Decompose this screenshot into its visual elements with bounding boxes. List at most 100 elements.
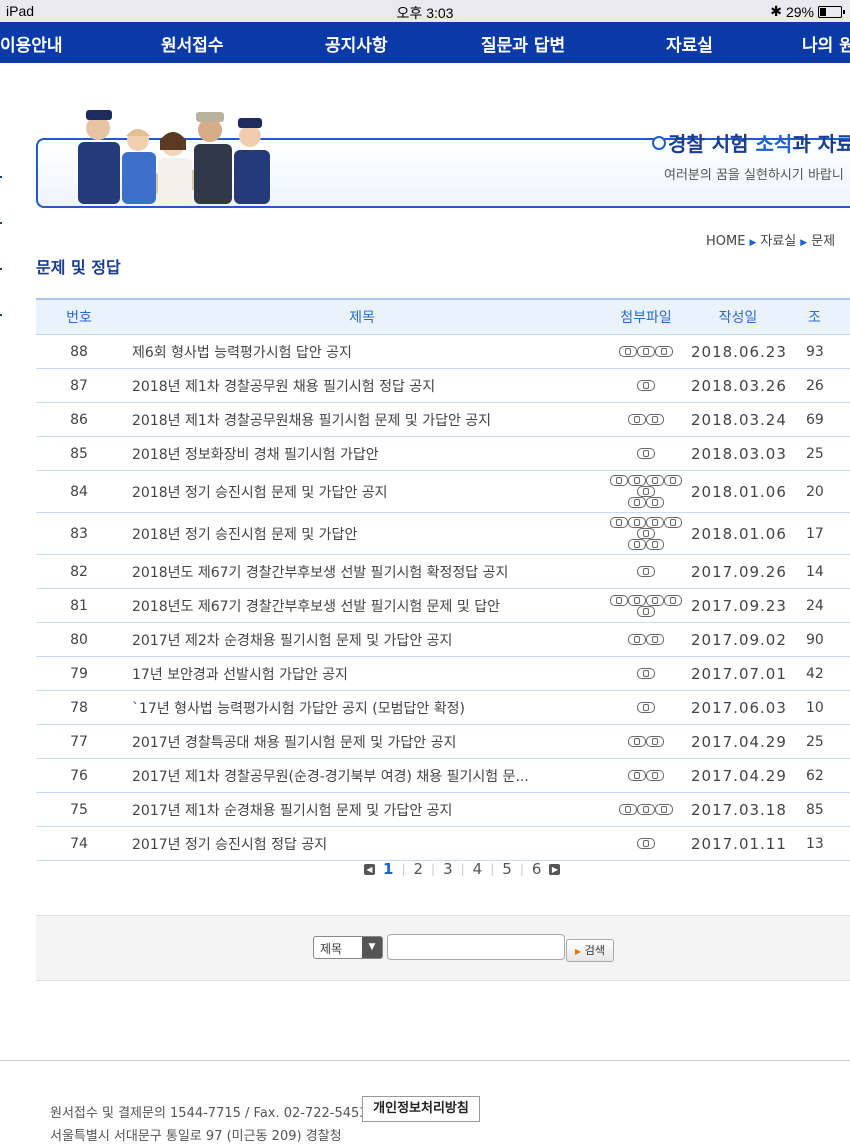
- attachment-file-icon[interactable]: [610, 594, 628, 606]
- table-row[interactable]: 75 2017년 제1차 순경채용 필기시험 문제 및 가답안 공지 2017.03…: [36, 792, 850, 827]
- search-button[interactable]: ▶ 검색: [566, 939, 614, 962]
- attachment-file-icon[interactable]: [628, 594, 646, 606]
- attachments[interactable]: [602, 470, 690, 513]
- attachment-file-icon[interactable]: [628, 634, 646, 645]
- table-row[interactable]: 82 2018년도 제67기 경찰간부후보생 선발 필기시험 확정정답 공지 201…: [36, 554, 850, 589]
- attachment-file-icon[interactable]: [628, 414, 646, 425]
- attachment-file-icon[interactable]: [664, 475, 682, 486]
- page-link-4[interactable]: 4: [473, 860, 483, 878]
- attachment-file-icon[interactable]: [646, 736, 664, 747]
- attachment-file-icon[interactable]: [637, 605, 655, 617]
- post-title-link[interactable]: 2018년 정기 승진시험 문제 및 가답안 공지: [122, 470, 602, 513]
- table-row[interactable]: 79 17년 보안경과 선발시험 가답안 공지 2017.07.01 42: [36, 656, 850, 691]
- attachment-file-icon[interactable]: [637, 346, 655, 357]
- attachment-file-icon[interactable]: [637, 380, 655, 391]
- nav-item-guide[interactable]: 이용안내: [0, 31, 63, 56]
- attachment-file-icon[interactable]: [628, 475, 646, 486]
- attachment-file-icon[interactable]: [637, 838, 655, 849]
- breadcrumb-library[interactable]: 자료실: [760, 234, 796, 249]
- post-title-link[interactable]: 2018년 정보화장비 경채 필기시험 가답안: [122, 436, 602, 471]
- post-title-link[interactable]: 2017년 제1차 순경채용 필기시험 문제 및 가답안 공지: [122, 792, 602, 827]
- attachment-file-icon[interactable]: [655, 804, 673, 815]
- attachment-file-icon[interactable]: [637, 804, 655, 815]
- attachment-file-icon[interactable]: [655, 346, 673, 357]
- attachments[interactable]: [602, 334, 690, 369]
- post-title-link[interactable]: 17년 보안경과 선발시험 가답안 공지: [122, 656, 602, 691]
- search-input[interactable]: [387, 934, 565, 960]
- attachments[interactable]: [602, 588, 690, 623]
- attachment-file-icon[interactable]: [637, 702, 655, 713]
- post-title-link[interactable]: 2017년 제1차 경찰공무원(순경-경기북부 여경) 채용 필기시험 문...: [122, 758, 602, 793]
- attachment-file-icon[interactable]: [628, 517, 646, 528]
- post-title-link[interactable]: 2018년 제1차 경찰공무원채용 필기시험 문제 및 가답안 공지: [122, 402, 602, 437]
- page-link-3[interactable]: 3: [443, 860, 453, 878]
- prev-page-button[interactable]: ◀: [364, 863, 375, 875]
- attachments[interactable]: [602, 402, 690, 437]
- attachment-file-icon[interactable]: [646, 414, 664, 425]
- attachment-file-icon[interactable]: [637, 566, 655, 577]
- breadcrumb-home[interactable]: HOME: [706, 234, 745, 249]
- nav-item-notice[interactable]: 공지사항: [325, 31, 388, 56]
- attachments[interactable]: [602, 724, 690, 759]
- attachment-file-icon[interactable]: [619, 346, 637, 357]
- post-title-link[interactable]: 2018년 정기 승진시험 문제 및 가답안: [122, 512, 602, 555]
- attachment-file-icon[interactable]: [646, 770, 664, 781]
- attachments[interactable]: [602, 656, 690, 691]
- table-row[interactable]: 86 2018년 제1차 경찰공무원채용 필기시험 문제 및 가답안 공지 2018…: [36, 402, 850, 437]
- attachment-file-icon[interactable]: [646, 634, 664, 645]
- table-row[interactable]: 80 2017년 제2차 순경채용 필기시험 문제 및 가답안 공지 2017.09…: [36, 622, 850, 657]
- privacy-policy-button[interactable]: 개인정보처리방침: [362, 1096, 480, 1122]
- attachment-file-icon[interactable]: [610, 517, 628, 528]
- attachment-file-icon[interactable]: [628, 497, 646, 508]
- post-title-link[interactable]: `17년 형사법 능력평가시험 가답안 공지 (모범답안 확정): [122, 690, 602, 725]
- table-row[interactable]: 77 2017년 경찰특공대 채용 필기시험 문제 및 가답안 공지 2017.04…: [36, 724, 850, 759]
- table-row[interactable]: 84 2018년 정기 승진시험 문제 및 가답안 공지 2018.01.06 20: [36, 470, 850, 513]
- page-link-5[interactable]: 5: [502, 860, 512, 878]
- nav-item-apply[interactable]: 원서접수: [161, 31, 224, 56]
- post-title-link[interactable]: 2018년 제1차 경찰공무원 채용 필기시험 정답 공지: [122, 368, 602, 403]
- attachment-file-icon[interactable]: [646, 539, 664, 550]
- post-title-link[interactable]: 2017년 경찰특공대 채용 필기시험 문제 및 가답안 공지: [122, 724, 602, 759]
- post-title-link[interactable]: 2017년 정기 승진시험 정답 공지: [122, 826, 602, 861]
- attachment-file-icon[interactable]: [637, 668, 655, 679]
- post-title-link[interactable]: 제6회 형사법 능력평가시험 답안 공지: [122, 334, 602, 369]
- attachments[interactable]: [602, 622, 690, 657]
- table-row[interactable]: 85 2018년 정보화장비 경채 필기시험 가답안 2018.03.03 25: [36, 436, 850, 471]
- attachments[interactable]: [602, 690, 690, 725]
- table-row[interactable]: 74 2017년 정기 승진시험 정답 공지 2017.01.11 13: [36, 826, 850, 861]
- attachment-file-icon[interactable]: [628, 770, 646, 781]
- attachment-file-icon[interactable]: [646, 497, 664, 508]
- attachment-file-icon[interactable]: [637, 486, 655, 497]
- attachment-file-icon[interactable]: [637, 528, 655, 539]
- attachment-file-icon[interactable]: [646, 517, 664, 528]
- attachment-file-icon[interactable]: [628, 539, 646, 550]
- attachment-file-icon[interactable]: [664, 517, 682, 528]
- post-title-link[interactable]: 2018년도 제67기 경찰간부후보생 선발 필기시험 확정정답 공지: [122, 554, 602, 589]
- table-row[interactable]: 87 2018년 제1차 경찰공무원 채용 필기시험 정답 공지 2018.03.2…: [36, 368, 850, 403]
- nav-item-qna[interactable]: 질문과 답변: [481, 31, 565, 56]
- attachment-file-icon[interactable]: [619, 804, 637, 815]
- attachment-file-icon[interactable]: [646, 594, 664, 606]
- attachments[interactable]: [602, 512, 690, 555]
- attachments[interactable]: [602, 368, 690, 403]
- attachments[interactable]: [602, 826, 690, 861]
- post-title-link[interactable]: 2018년도 제67기 경찰간부후보생 선발 필기시험 문제 및 답안: [122, 588, 602, 623]
- page-link-1[interactable]: 1: [383, 860, 393, 878]
- table-row[interactable]: 78 `17년 형사법 능력평가시험 가답안 공지 (모범답안 확정) 2017.0…: [36, 690, 850, 725]
- page-link-6[interactable]: 6: [532, 860, 542, 878]
- table-row[interactable]: 83 2018년 정기 승진시험 문제 및 가답안 2018.01.06 17: [36, 512, 850, 555]
- search-field-select[interactable]: 제목 ▼: [313, 936, 383, 959]
- table-row[interactable]: 88 제6회 형사법 능력평가시험 답안 공지 2018.06.23 93: [36, 334, 850, 369]
- table-row[interactable]: 81 2018년도 제67기 경찰간부후보생 선발 필기시험 문제 및 답안 201…: [36, 588, 850, 623]
- post-title-link[interactable]: 2017년 제2차 순경채용 필기시험 문제 및 가답안 공지: [122, 622, 602, 657]
- attachments[interactable]: [602, 436, 690, 471]
- attachment-file-icon[interactable]: [610, 475, 628, 486]
- table-row[interactable]: 76 2017년 제1차 경찰공무원(순경-경기북부 여경) 채용 필기시험 문.…: [36, 758, 850, 793]
- attachment-file-icon[interactable]: [646, 475, 664, 486]
- attachment-file-icon[interactable]: [637, 448, 655, 459]
- nav-item-library[interactable]: 자료실: [666, 31, 713, 56]
- attachment-file-icon[interactable]: [664, 594, 682, 606]
- attachments[interactable]: [602, 554, 690, 589]
- attachment-file-icon[interactable]: [628, 736, 646, 747]
- attachments[interactable]: [602, 758, 690, 793]
